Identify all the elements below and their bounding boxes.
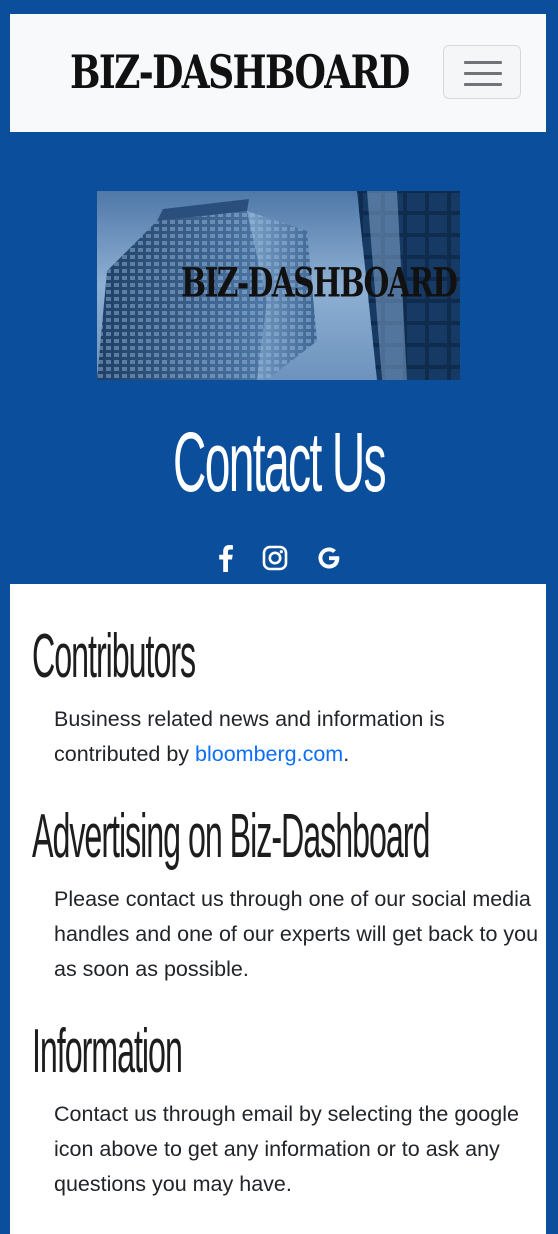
google-icon[interactable] bbox=[312, 541, 346, 575]
brand-logo[interactable]: BIZ-DASHBOARD bbox=[70, 49, 410, 96]
section-text-advertising: Please contact us through one of our soc… bbox=[54, 887, 539, 981]
section-text-information: Contact us through email by selecting th… bbox=[54, 1102, 519, 1196]
bloomberg-link[interactable]: bloomberg.com bbox=[195, 742, 343, 766]
navbar-toggle-button[interactable] bbox=[443, 45, 521, 99]
contributors-text-end: . bbox=[343, 742, 350, 766]
section-heading-information: Information bbox=[32, 1017, 183, 1086]
navbar: BIZ-DASHBOARD bbox=[10, 14, 546, 132]
hamburger-icon-bar bbox=[464, 61, 502, 64]
content-card: Contributors Business related news and i… bbox=[10, 584, 546, 1234]
page: BIZ-DASHBOARD BIZ-DASHBOARD Contact Us C… bbox=[0, 0, 558, 1234]
hero-image: BIZ-DASHBOARD bbox=[97, 191, 460, 380]
social-links bbox=[0, 541, 558, 577]
page-title: Contact Us bbox=[172, 415, 387, 509]
hamburger-icon-bar bbox=[464, 83, 502, 86]
section-text-contributors: Business related news and information is… bbox=[54, 702, 542, 772]
instagram-icon[interactable] bbox=[258, 541, 292, 575]
hero-image-brand-text: BIZ-DASHBOARD bbox=[181, 258, 458, 307]
section-heading-advertising: Advertising on Biz-Dashboard bbox=[32, 802, 430, 871]
hamburger-icon-bar bbox=[464, 72, 502, 75]
section-heading-contributors: Contributors bbox=[32, 622, 196, 691]
facebook-icon[interactable] bbox=[208, 541, 242, 575]
